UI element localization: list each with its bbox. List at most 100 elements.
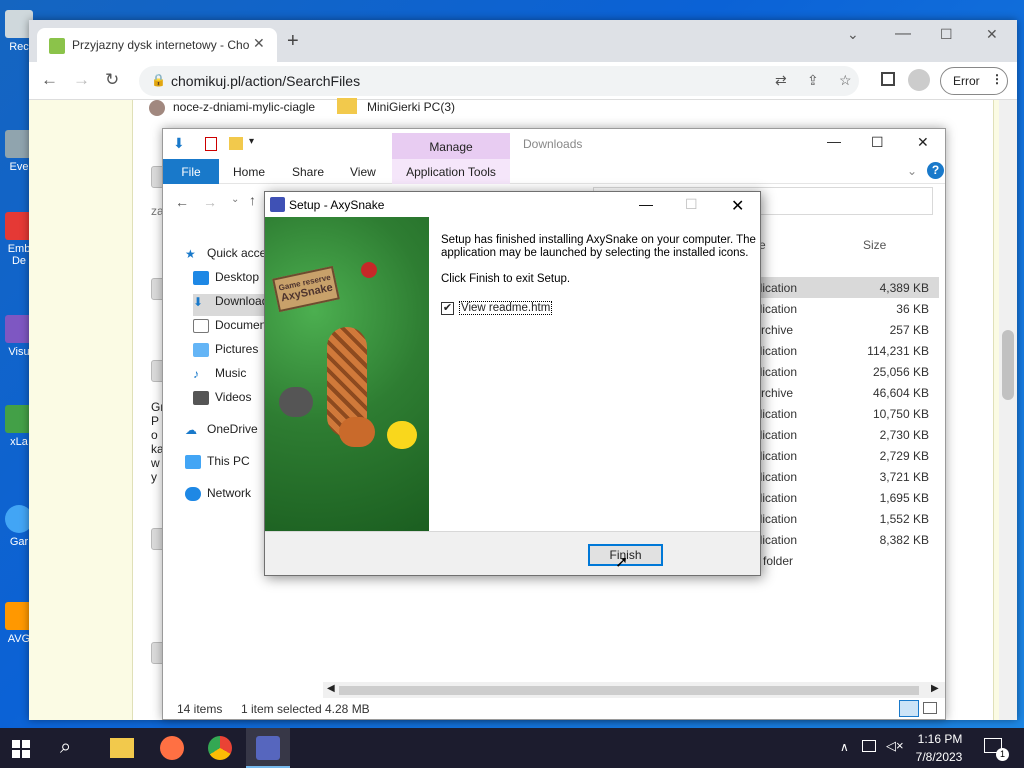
manage-tab[interactable]: Manage (392, 133, 510, 161)
maximize-icon[interactable]: ☐ (871, 134, 884, 151)
file-size: 3,721 KB (879, 470, 929, 484)
star-icon: ★ (185, 247, 196, 261)
help-icon[interactable]: ? (927, 162, 944, 179)
bookmark-star-icon[interactable]: ☆ (839, 72, 852, 89)
scroll-right-icon[interactable]: ▶ (931, 683, 939, 694)
network-status-icon[interactable] (862, 740, 876, 752)
search-icon[interactable]: ⌕ (60, 736, 84, 760)
error-button[interactable]: Error ⋮ (940, 67, 1008, 95)
forward-icon[interactable]: → (203, 194, 217, 210)
new-folder-icon[interactable] (229, 137, 243, 150)
clock-time[interactable]: 1:16 PM (912, 732, 968, 746)
file-row[interactable]: Archive 257 KB (753, 319, 939, 340)
tab-share[interactable]: Share (292, 165, 324, 179)
apple-icon (387, 421, 417, 449)
minimize-icon[interactable]: — (827, 133, 841, 149)
ribbon-expand-icon[interactable]: ⌄ (907, 164, 917, 178)
start-windows-icon[interactable] (12, 740, 30, 758)
error-label: Error (953, 74, 980, 88)
page-scrollbar[interactable] (999, 100, 1017, 720)
scroll-left-icon[interactable]: ◀ (327, 683, 335, 694)
folder-link[interactable]: noce-z-dniami-mylic-ciagle (173, 100, 315, 114)
forward-icon[interactable]: → (73, 70, 90, 90)
file-row[interactable]: plication 36 KB (753, 298, 939, 319)
recent-dropdown-icon[interactable]: ⌄ (231, 194, 239, 205)
address-bar[interactable]: 🔒 chomikuj.pl/action/SearchFiles ⇄ ⇪ ☆ (139, 66, 859, 96)
horizontal-scrollbar[interactable]: ◀ ▶ (323, 682, 945, 698)
file-row[interactable]: plication 4,389 KB (753, 277, 939, 298)
translate-icon[interactable]: ⇄ (775, 72, 787, 89)
game-reserve-sign: Game reserve AxySnake (272, 265, 340, 313)
file-row[interactable]: plication 1,552 KB (753, 508, 939, 529)
qat-dropdown-icon[interactable]: ▾ (249, 136, 254, 147)
tab-search-icon[interactable]: ⌄ (847, 26, 859, 43)
file-row[interactable]: plication 2,729 KB (753, 445, 939, 466)
file-row[interactable]: plication 1,695 KB (753, 487, 939, 508)
exit-instruction: Click Finish to exit Setup. (441, 273, 571, 285)
computer-icon (185, 455, 201, 469)
active-app-highlight (246, 728, 290, 768)
minimize-icon[interactable]: — (639, 196, 653, 212)
column-size-header[interactable]: Size (863, 238, 886, 252)
file-row[interactable]: plication 3,721 KB (753, 466, 939, 487)
tab-close-icon[interactable]: ✕ (253, 35, 265, 52)
volume-muted-icon[interactable]: ◁× (886, 738, 904, 754)
close-icon[interactable]: ✕ (917, 134, 929, 151)
file-list: e Size plication 4,389 KB plication 36 KB Ar… (753, 221, 939, 681)
file-row[interactable]: plication 2,730 KB (753, 424, 939, 445)
file-row[interactable]: plication 114,231 KB (753, 340, 939, 361)
back-icon[interactable]: ← (175, 194, 189, 210)
desktop-icon-label: AVG (7, 633, 31, 645)
reload-icon[interactable]: ↻ (105, 70, 119, 90)
chrome-icon[interactable] (208, 736, 232, 760)
firefox-icon[interactable] (160, 736, 184, 760)
profile-icon[interactable] (908, 69, 930, 91)
close-window-icon[interactable]: ✕ (986, 26, 998, 43)
checkbox-box[interactable]: ✔ (441, 302, 454, 315)
close-icon[interactable]: ✕ (731, 196, 744, 216)
properties-icon[interactable] (205, 137, 217, 151)
new-tab-icon[interactable]: + (287, 30, 299, 53)
file-size: 2,729 KB (879, 449, 929, 463)
file-row[interactable]: Archive 46,604 KB (753, 382, 939, 403)
selection-size: 4.28 MB (325, 702, 370, 716)
file-row[interactable]: plication 8,382 KB (753, 529, 939, 550)
chevron-up-icon[interactable]: ∧ (840, 740, 849, 754)
browser-tab[interactable]: Przyjazny dysk internetowy - Cho ✕ (37, 28, 277, 62)
details-view-icon[interactable] (899, 700, 919, 717)
status-bar: 14 items 1 item selected 4.28 MB (163, 698, 945, 720)
tab-view[interactable]: View (350, 165, 376, 179)
maximize-icon[interactable]: ☐ (940, 26, 953, 43)
minigierki-link[interactable]: MiniGierki PC(3) (367, 100, 455, 114)
setup-banner-image: Game reserve AxySnake (265, 217, 429, 531)
desktop-icon-label: Eve (9, 161, 29, 173)
side-panel-icon[interactable] (881, 72, 895, 86)
url-text: chomikuj.pl/action/SearchFiles (171, 73, 361, 89)
file-row[interactable]: plication 25,056 KB (753, 361, 939, 382)
browser-toolbar: ← → ↻ 🔒 chomikuj.pl/action/SearchFiles ⇄… (29, 62, 1017, 100)
scrollbar-thumb[interactable] (339, 686, 919, 695)
tab-home[interactable]: Home (233, 165, 265, 179)
down-arrow-icon[interactable]: ⬇ (173, 135, 185, 152)
tab-application-tools[interactable]: Application Tools (392, 159, 510, 184)
up-icon[interactable]: ↑ (249, 192, 256, 208)
file-row[interactable]: e folder (753, 550, 939, 571)
dialog-title: Setup - AxySnake (289, 198, 385, 212)
file-row[interactable]: plication 10,750 KB (753, 403, 939, 424)
desktop-icon-label: Rec (9, 41, 29, 53)
scrollbar-thumb[interactable] (1002, 330, 1014, 400)
berry-icon (361, 262, 377, 278)
back-icon[interactable]: ← (41, 70, 58, 90)
music-icon: ♪ (193, 367, 199, 381)
minimize-icon[interactable]: — (895, 25, 911, 43)
file-explorer-icon[interactable] (110, 738, 134, 758)
tab-file[interactable]: File (163, 159, 219, 184)
window-title: Downloads (523, 137, 583, 151)
notification-count: 1 (996, 748, 1009, 761)
clock-date[interactable]: 7/8/2023 (906, 750, 972, 764)
rock-icon (279, 387, 313, 417)
large-icons-view-icon[interactable] (923, 702, 937, 714)
view-readme-label[interactable]: View readme.htm (459, 301, 553, 315)
setup-dialog: Setup - AxySnake — ☐ ✕ Game reserve AxyS… (264, 191, 761, 576)
share-icon[interactable]: ⇪ (807, 72, 819, 89)
